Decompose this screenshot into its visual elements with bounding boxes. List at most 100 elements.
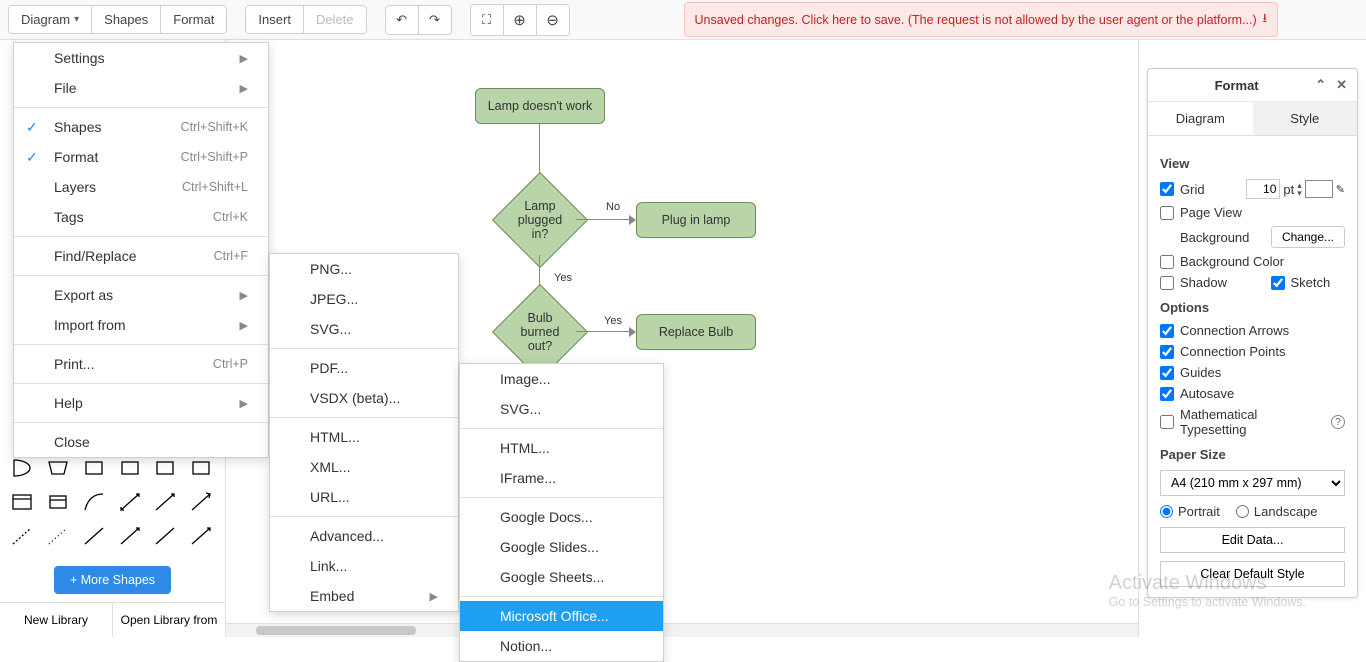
mi-format[interactable]: ✓FormatCtrl+Shift+P: [14, 142, 268, 172]
diagram-menu-button[interactable]: Diagram ▾: [9, 6, 91, 33]
undo-button[interactable]: ↶: [386, 6, 418, 34]
mi-print[interactable]: Print...Ctrl+P: [14, 349, 268, 379]
shape-halfcircle[interactable]: [8, 454, 36, 482]
flow-decision-1[interactable]: Lamp plugged in?: [492, 172, 588, 268]
collapse-icon[interactable]: ⌃: [1315, 77, 1326, 93]
autosave-checkbox[interactable]: [1160, 387, 1174, 401]
redo-button[interactable]: ↷: [419, 6, 451, 34]
guides-checkbox[interactable]: [1160, 366, 1174, 380]
clear-style-button[interactable]: Clear Default Style: [1160, 561, 1345, 587]
flow-action-2[interactable]: Replace Bulb: [636, 314, 756, 350]
mi-close[interactable]: Close: [14, 427, 268, 457]
mi-layers[interactable]: LayersCtrl+Shift+L: [14, 172, 268, 202]
sketch-checkbox[interactable]: [1271, 276, 1285, 290]
pageview-checkbox[interactable]: [1160, 206, 1174, 220]
pencil-icon[interactable]: ✎: [1336, 183, 1345, 196]
mi-export-advanced[interactable]: Advanced...: [270, 521, 458, 551]
mi-import[interactable]: Import from▶: [14, 310, 268, 340]
mi-export[interactable]: Export as▶: [14, 280, 268, 310]
mi-export-embed[interactable]: Embed▶: [270, 581, 458, 611]
mi-embed-image[interactable]: Image...: [460, 364, 663, 394]
mi-tags[interactable]: TagsCtrl+K: [14, 202, 268, 232]
mi-help[interactable]: Help▶: [14, 388, 268, 418]
tab-diagram[interactable]: Diagram: [1148, 102, 1253, 135]
tab-style[interactable]: Style: [1253, 102, 1358, 135]
stepper-icon[interactable]: ▴▾: [1297, 181, 1302, 197]
mi-export-jpeg[interactable]: JPEG...: [270, 284, 458, 314]
zoomout-button[interactable]: ⊖: [537, 5, 569, 35]
shadow-checkbox[interactable]: [1160, 276, 1174, 290]
mi-embed-gsheets[interactable]: Google Sheets...: [460, 562, 663, 592]
mi-find[interactable]: Find/ReplaceCtrl+F: [14, 241, 268, 271]
shape-line-dash[interactable]: [8, 522, 36, 550]
shape-line[interactable]: [80, 522, 108, 550]
shape-arrow-open[interactable]: [187, 488, 215, 516]
grid-checkbox[interactable]: [1160, 182, 1174, 196]
flow-start[interactable]: Lamp doesn't work: [475, 88, 605, 124]
mi-embed-gslides[interactable]: Google Slides...: [460, 532, 663, 562]
mi-embed-iframe[interactable]: IFrame...: [460, 463, 663, 493]
shape-trap[interactable]: [44, 454, 72, 482]
more-shapes-button[interactable]: + More Shapes: [54, 566, 171, 594]
unsaved-warning[interactable]: Unsaved changes. Click here to save. (Th…: [684, 2, 1279, 37]
mi-shapes[interactable]: ✓ShapesCtrl+Shift+K: [14, 112, 268, 142]
portrait-radio[interactable]: [1160, 505, 1173, 518]
background-change-button[interactable]: Change...: [1271, 226, 1345, 248]
shape-arrow-bi[interactable]: [116, 488, 144, 516]
flow-action-1[interactable]: Plug in lamp: [636, 202, 756, 238]
shape-rect2[interactable]: [116, 454, 144, 482]
shape-curve[interactable]: [80, 488, 108, 516]
shape-list[interactable]: [44, 488, 72, 516]
shape-line2[interactable]: [151, 522, 179, 550]
mi-export-png[interactable]: PNG...: [270, 254, 458, 284]
shape-window[interactable]: [8, 488, 36, 516]
insert-button[interactable]: Insert: [246, 6, 303, 33]
bgcolor-checkbox[interactable]: [1160, 255, 1174, 269]
zoomin-button[interactable]: ⊕: [504, 5, 536, 35]
close-icon[interactable]: ✕: [1336, 77, 1347, 93]
mi-export-html[interactable]: HTML...: [270, 422, 458, 452]
mi-embed-html[interactable]: HTML...: [460, 433, 663, 463]
shape-arrow3[interactable]: [187, 522, 215, 550]
canvas-horizontal-scrollbar[interactable]: [226, 623, 1138, 637]
grid-color-swatch[interactable]: [1305, 180, 1333, 198]
scrollbar-thumb[interactable]: [256, 626, 416, 635]
shape-line-dot[interactable]: [44, 522, 72, 550]
mi-export-pdf[interactable]: PDF...: [270, 353, 458, 383]
conn-points-checkbox[interactable]: [1160, 345, 1174, 359]
edit-data-button[interactable]: Edit Data...: [1160, 527, 1345, 553]
landscape-radio[interactable]: [1236, 505, 1249, 518]
grid-size-input[interactable]: [1246, 179, 1280, 199]
mi-export-vsdx[interactable]: VSDX (beta)...: [270, 383, 458, 413]
mi-export-url[interactable]: URL...: [270, 482, 458, 512]
mi-embed-msoffice[interactable]: Microsoft Office...: [460, 601, 663, 631]
mi-export-svg[interactable]: SVG...: [270, 314, 458, 344]
shape-rect[interactable]: [80, 454, 108, 482]
pageview-label: Page View: [1180, 205, 1345, 220]
shape-rect4[interactable]: [187, 454, 215, 482]
mi-file[interactable]: File▶: [14, 73, 268, 103]
mi-export-link[interactable]: Link...: [270, 551, 458, 581]
mi-embed-notion[interactable]: Notion...: [460, 631, 663, 661]
mi-export-xml[interactable]: XML...: [270, 452, 458, 482]
shape-arrow2[interactable]: [116, 522, 144, 550]
shape-rect3[interactable]: [151, 454, 179, 482]
new-library-button[interactable]: New Library: [0, 603, 113, 637]
delete-button[interactable]: Delete: [304, 6, 366, 33]
paper-size-select[interactable]: A4 (210 mm x 297 mm): [1160, 470, 1345, 496]
shapes-menu-button[interactable]: Shapes: [92, 6, 160, 33]
open-library-button[interactable]: Open Library from: [113, 603, 225, 637]
conn-arrows-checkbox[interactable]: [1160, 324, 1174, 338]
format-menu-button[interactable]: Format: [161, 6, 226, 33]
bgcolor-label: Background Color: [1180, 254, 1345, 269]
mi-settings[interactable]: Settings▶: [14, 43, 268, 73]
mi-embed-svg[interactable]: SVG...: [460, 394, 663, 424]
mi-embed-gdocs[interactable]: Google Docs...: [460, 502, 663, 532]
shape-arrow[interactable]: [151, 488, 179, 516]
fit-icon: ⛶: [482, 12, 491, 28]
info-icon[interactable]: ?: [1331, 415, 1345, 429]
menu-separator: [270, 417, 458, 418]
math-checkbox[interactable]: [1160, 415, 1174, 429]
chevron-down-icon: ▾: [74, 14, 79, 25]
fit-button[interactable]: ⛶: [471, 5, 503, 35]
